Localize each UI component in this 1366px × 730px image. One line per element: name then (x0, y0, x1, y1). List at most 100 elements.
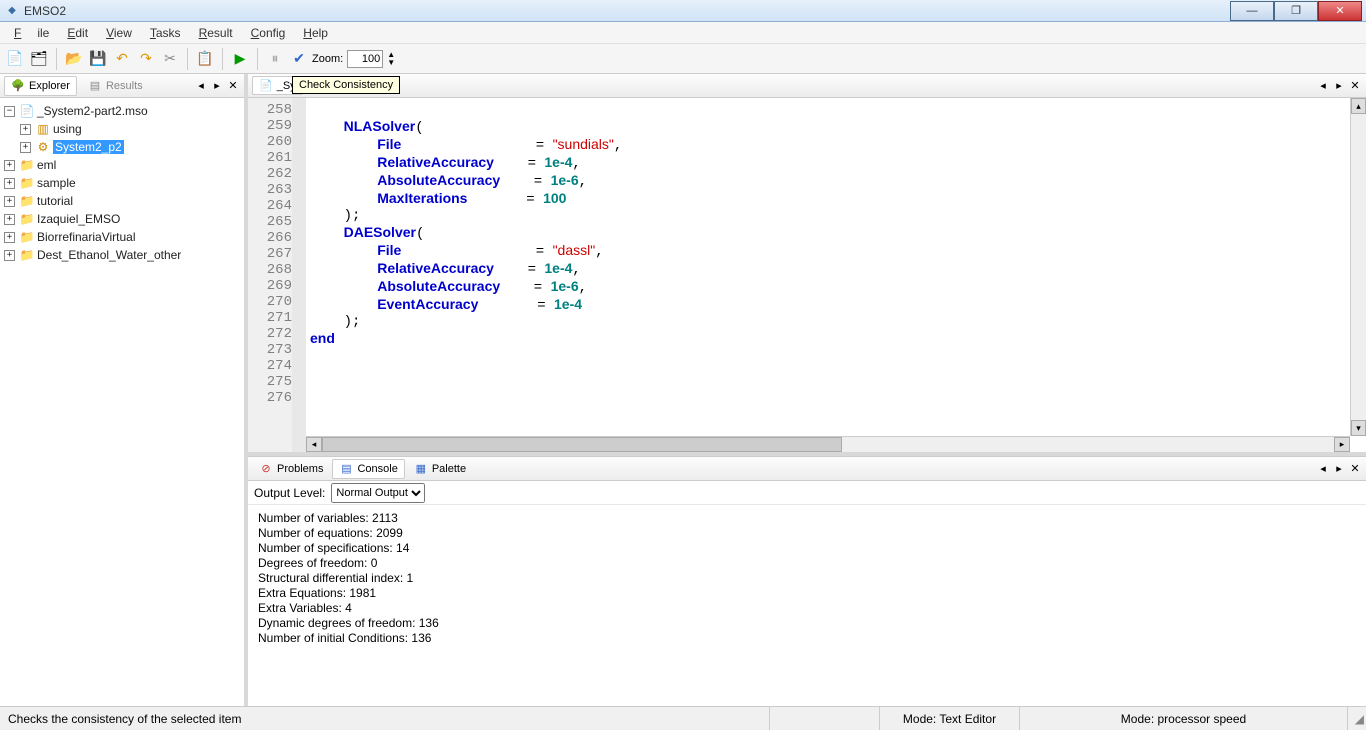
pane-nav: ◂ ▸ ✕ (194, 79, 240, 92)
menu-result[interactable]: Result (191, 24, 241, 42)
expand-icon[interactable]: + (4, 160, 15, 171)
file-icon: 📄 (259, 79, 273, 92)
close-button[interactable]: ✕ (1318, 1, 1362, 21)
menu-tasks[interactable]: Tasks (142, 24, 189, 42)
tree-label: eml (37, 158, 56, 172)
expand-icon[interactable]: + (4, 250, 15, 261)
nav-prev-icon[interactable]: ◂ (1316, 462, 1330, 475)
toolbar-separator (56, 48, 57, 70)
horizontal-scrollbar[interactable]: ◂▸ (306, 436, 1350, 452)
tree-label: _System2-part2.mso (37, 104, 148, 118)
minimize-button[interactable]: — (1230, 1, 1274, 21)
bottom-nav: ◂ ▸ ✕ (1316, 462, 1362, 475)
zoom-group: Zoom: ▲▼ (312, 50, 395, 68)
menu-view[interactable]: View (98, 24, 140, 42)
nav-next-icon[interactable]: ▸ (210, 79, 224, 92)
nav-prev-icon[interactable]: ◂ (1316, 79, 1330, 92)
pane-close-icon[interactable]: ✕ (1348, 79, 1362, 92)
code-area[interactable]: NLASolver( File = "sundials", RelativeAc… (306, 98, 1366, 452)
run-button[interactable]: ▶ (229, 48, 251, 70)
app-icon: ◆ (4, 3, 20, 19)
expand-icon[interactable]: + (20, 142, 31, 153)
tab-explorer[interactable]: 🌳Explorer (4, 76, 77, 96)
tree-node-sample[interactable]: +📁sample (2, 174, 242, 192)
redo-button[interactable]: ↷ (135, 48, 157, 70)
tree-node-root[interactable]: −📄_System2-part2.mso (2, 102, 242, 120)
folder-icon: 📁 (19, 230, 35, 244)
tree-label: using (53, 122, 82, 136)
new-file-button[interactable]: 📄 (4, 48, 26, 70)
tree-node-dest[interactable]: +📁Dest_Ethanol_Water_other (2, 246, 242, 264)
resize-grip-icon[interactable]: ◢ (1348, 710, 1366, 728)
menu-edit[interactable]: Edit (59, 24, 96, 42)
nav-next-icon[interactable]: ▸ (1332, 462, 1346, 475)
output-level-select[interactable]: Normal Output (331, 483, 425, 503)
open-button[interactable]: 📂 (63, 48, 85, 70)
folder-icon: 📁 (19, 194, 35, 208)
toolbar-separator (257, 48, 258, 70)
explorer-tree: −📄_System2-part2.mso + ▥using + ⚙System2_p… (0, 98, 244, 706)
palette-icon: ▦ (414, 462, 428, 476)
bottom-pane: ⊘Problems ▤Console ▦Palette ◂ ▸ ✕ Output… (248, 456, 1366, 706)
new-flowsheet-button[interactable]: 🗂 (28, 48, 50, 70)
pause-button[interactable]: ⏸ (264, 48, 286, 70)
scroll-down-icon[interactable]: ▾ (1351, 420, 1366, 436)
save-button[interactable]: 💾 (87, 48, 109, 70)
menu-help[interactable]: Help (295, 24, 336, 42)
toolbar: 📄 🗂 📂 💾 ↶ ↷ ✂ 📋 ▶ ⏸ ✔ Zoom: ▲▼ (0, 44, 1366, 74)
paste-button[interactable]: 📋 (194, 48, 216, 70)
center-pane: 📄_Sy Check Consistency ◂ ▸ ✕ 258 259 260… (248, 74, 1366, 706)
tree-node-tutorial[interactable]: + 📁tutorial (2, 192, 242, 210)
nav-next-icon[interactable]: ▸ (1332, 79, 1346, 92)
using-icon: ▥ (35, 122, 51, 136)
expand-icon[interactable]: + (4, 232, 15, 243)
tree-node-using[interactable]: + ▥using (2, 120, 242, 138)
tree-label: tutorial (37, 194, 73, 208)
expand-icon[interactable]: + (20, 124, 31, 135)
pane-close-icon[interactable]: ✕ (1348, 462, 1362, 475)
menu-file[interactable]: File (6, 24, 57, 42)
check-consistency-button[interactable]: ✔ (288, 48, 310, 70)
editor-nav: ◂ ▸ ✕ (1316, 79, 1362, 92)
tab-palette[interactable]: ▦Palette (407, 459, 473, 479)
toolbar-separator (222, 48, 223, 70)
nav-prev-icon[interactable]: ◂ (194, 79, 208, 92)
tab-results[interactable]: ▤Results (81, 76, 150, 96)
tree-node-eml[interactable]: +📁eml (2, 156, 242, 174)
scroll-thumb[interactable] (322, 437, 842, 452)
status-message: Checks the consistency of the selected i… (0, 707, 770, 730)
menubar: File Edit View Tasks Result Config Help (0, 22, 1366, 44)
tab-console[interactable]: ▤Console (332, 459, 404, 479)
status-mode-processor: Mode: processor speed (1020, 707, 1348, 730)
cut-button[interactable]: ✂ (159, 48, 181, 70)
file-icon: 📄 (19, 104, 35, 118)
code-editor[interactable]: 258 259 260 261 262 263 264 265 266 267 … (248, 98, 1366, 456)
output-level-row: Output Level: Normal Output (248, 481, 1366, 505)
titlebar: ◆ EMSO2 — ❐ ✕ (0, 0, 1366, 22)
tree-label-selected: System2_p2 (53, 140, 124, 154)
vertical-scrollbar[interactable]: ▴▾ (1350, 98, 1366, 436)
menu-config[interactable]: Config (243, 24, 294, 42)
flowsheet-icon: ⚙ (35, 140, 51, 154)
zoom-spinner[interactable]: ▲▼ (387, 51, 395, 67)
zoom-input[interactable] (347, 50, 383, 68)
tree-node-izaquiel[interactable]: +📁Izaquiel_EMSO (2, 210, 242, 228)
maximize-button[interactable]: ❐ (1274, 1, 1318, 21)
collapse-icon[interactable]: − (4, 106, 15, 117)
scroll-right-icon[interactable]: ▸ (1334, 437, 1350, 452)
tree-node-system2[interactable]: + ⚙System2_p2 (2, 138, 242, 156)
statusbar: Checks the consistency of the selected i… (0, 706, 1366, 730)
scroll-up-icon[interactable]: ▴ (1351, 98, 1366, 114)
line-gutter: 258 259 260 261 262 263 264 265 266 267 … (248, 98, 306, 452)
pane-close-icon[interactable]: ✕ (226, 79, 240, 92)
tab-problems[interactable]: ⊘Problems (252, 459, 330, 479)
results-icon: ▤ (88, 79, 102, 93)
tree-node-biorr[interactable]: +📁BiorrefinariaVirtual (2, 228, 242, 246)
scroll-left-icon[interactable]: ◂ (306, 437, 322, 452)
expand-icon[interactable]: + (4, 196, 15, 207)
expand-icon[interactable]: + (4, 178, 15, 189)
console-icon: ▤ (339, 462, 353, 476)
expand-icon[interactable]: + (4, 214, 15, 225)
tooltip-check-consistency: Check Consistency (292, 76, 400, 94)
undo-button[interactable]: ↶ (111, 48, 133, 70)
